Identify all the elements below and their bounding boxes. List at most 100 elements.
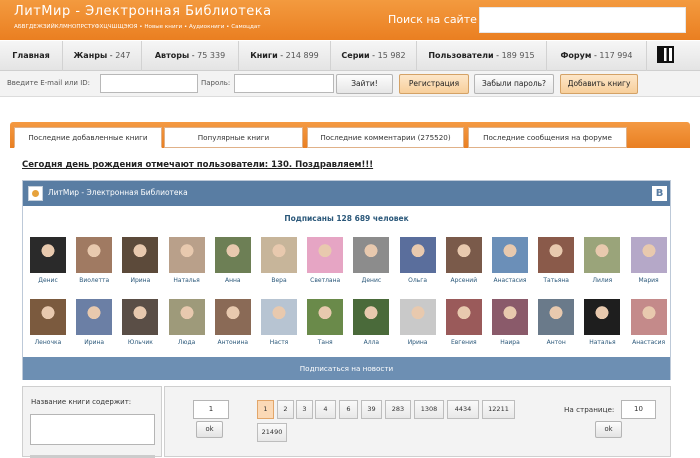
member-card[interactable]: Анастасия — [629, 299, 669, 349]
member-name[interactable]: Наталья — [163, 277, 211, 284]
member-card[interactable]: Вера — [259, 237, 299, 287]
email-input[interactable] — [100, 74, 198, 93]
page-link-current[interactable]: 1 — [257, 400, 274, 419]
avatar[interactable] — [214, 237, 251, 273]
member-card[interactable]: Анна — [213, 237, 253, 287]
avatar[interactable] — [168, 299, 205, 335]
login-button[interactable]: Зайти! — [336, 74, 393, 94]
member-card[interactable]: Алла — [351, 299, 391, 349]
birthday-notice[interactable]: Сегодня день рождения отмечают пользоват… — [22, 160, 373, 170]
member-card[interactable]: Мария — [629, 237, 669, 287]
avatar[interactable] — [630, 237, 667, 273]
member-card[interactable]: Светлана — [305, 237, 345, 287]
member-name[interactable]: Ольга — [394, 277, 442, 284]
avatar[interactable] — [630, 299, 667, 335]
page-link[interactable]: 4 — [315, 400, 336, 419]
vk-brand-icon[interactable]: B — [652, 186, 667, 201]
site-title[interactable]: ЛитМир - Электронная Библиотека — [14, 4, 272, 19]
page-link[interactable]: 21490 — [257, 423, 287, 442]
member-name[interactable]: Анастасия — [625, 339, 673, 346]
member-card[interactable]: Леночка — [28, 299, 68, 349]
nav-users[interactable]: Пользователи - 189 915 — [417, 41, 547, 71]
page-jump-ok-button[interactable]: ok — [196, 421, 223, 438]
avatar[interactable] — [261, 237, 297, 273]
avatar[interactable] — [353, 299, 390, 335]
subscribe-button[interactable]: Подписаться на новости — [23, 357, 670, 380]
subscriber-count[interactable]: Подписаны 128 689 человек — [23, 214, 670, 223]
register-button[interactable]: Регистрация — [399, 74, 469, 94]
tab-latest-books[interactable]: Последние добавленные книги — [14, 127, 162, 148]
page-link[interactable]: 2 — [277, 400, 294, 419]
nav-authors[interactable]: Авторы - 75 339 — [142, 41, 239, 71]
member-name[interactable]: Таня — [301, 339, 349, 346]
avatar[interactable] — [538, 299, 575, 335]
per-page-ok-button[interactable]: ok — [595, 421, 622, 438]
member-name[interactable]: Татьяна — [532, 277, 580, 284]
per-page-input[interactable]: 10 — [621, 400, 656, 419]
avatar[interactable] — [584, 299, 621, 335]
member-name[interactable]: Анастасия — [486, 277, 534, 284]
alphabet-links[interactable]: АБВГДЕЖЗИЙКЛМНОПРСТУФХЦЧШЩЭЮЯ — [14, 24, 137, 30]
tab-latest-comments[interactable]: Последние комментарии (275520) — [307, 127, 464, 148]
tab-forum-messages[interactable]: Последние сообщения на форуме — [468, 127, 627, 148]
member-name[interactable]: Анна — [209, 277, 257, 284]
member-card[interactable]: Наталья — [582, 299, 622, 349]
member-card[interactable]: Ирина — [120, 237, 160, 287]
add-book-button[interactable]: Добавить книгу — [560, 74, 638, 94]
member-name[interactable]: Денис — [347, 277, 395, 284]
page-link[interactable]: 39 — [361, 400, 382, 419]
member-name[interactable]: Наира — [486, 339, 534, 346]
avatar[interactable] — [122, 237, 159, 273]
member-name[interactable]: Ирина — [116, 277, 164, 284]
member-name[interactable]: Ирина — [394, 339, 442, 346]
forgot-password-button[interactable]: Забыли пароль? — [474, 74, 554, 94]
avatar[interactable] — [30, 299, 66, 335]
member-card[interactable]: Настя — [259, 299, 299, 349]
member-card[interactable]: Антонина — [213, 299, 253, 349]
member-name[interactable]: Светлана — [301, 277, 349, 284]
member-name[interactable]: Антон — [532, 339, 580, 346]
avatar[interactable] — [261, 299, 297, 335]
avatar[interactable] — [399, 237, 436, 273]
member-card[interactable]: Юльчик — [120, 299, 160, 349]
member-card[interactable]: Татьяна — [536, 237, 576, 287]
member-card[interactable]: Анастасия — [490, 237, 530, 287]
member-name[interactable]: Наталья — [578, 339, 626, 346]
qr-code-icon[interactable] — [657, 46, 674, 63]
book-search-input[interactable] — [30, 414, 155, 445]
avatar[interactable] — [122, 299, 159, 335]
member-card[interactable]: Денис — [28, 237, 68, 287]
avatar[interactable] — [76, 299, 113, 335]
avatar[interactable] — [584, 237, 621, 273]
member-name[interactable]: Лилия — [578, 277, 626, 284]
member-name[interactable]: Люда — [163, 339, 211, 346]
member-card[interactable]: Виолетта — [74, 237, 114, 287]
avatar[interactable] — [445, 237, 482, 273]
password-input[interactable] — [234, 74, 334, 93]
new-books-link[interactable]: Новые книги — [144, 24, 182, 30]
avatar[interactable] — [399, 299, 436, 335]
vk-widget-title[interactable]: ЛитМир - Электронная Библиотека — [48, 188, 188, 197]
nav-books[interactable]: Книги - 214 899 — [239, 41, 331, 71]
member-card[interactable]: Антон — [536, 299, 576, 349]
member-name[interactable]: Виолетта — [70, 277, 118, 284]
member-card[interactable]: Ирина — [398, 299, 438, 349]
avatar[interactable] — [445, 299, 482, 335]
avatar[interactable] — [76, 237, 113, 273]
member-card[interactable]: Лилия — [582, 237, 622, 287]
avatar[interactable] — [214, 299, 251, 335]
avatar[interactable] — [492, 237, 528, 273]
page-link[interactable]: 1308 — [414, 400, 444, 419]
avatar[interactable] — [168, 237, 205, 273]
avatar[interactable] — [353, 237, 390, 273]
avatar[interactable] — [538, 237, 575, 273]
community-logo-icon[interactable] — [28, 186, 43, 201]
member-card[interactable]: Ирина — [74, 299, 114, 349]
avatar[interactable] — [30, 237, 66, 273]
member-card[interactable]: Таня — [305, 299, 345, 349]
member-card[interactable]: Наира — [490, 299, 530, 349]
member-name[interactable]: Вера — [255, 277, 303, 284]
tab-popular-books[interactable]: Популярные книги — [164, 127, 303, 148]
member-name[interactable]: Юльчик — [116, 339, 164, 346]
page-link[interactable]: 6 — [339, 400, 358, 419]
